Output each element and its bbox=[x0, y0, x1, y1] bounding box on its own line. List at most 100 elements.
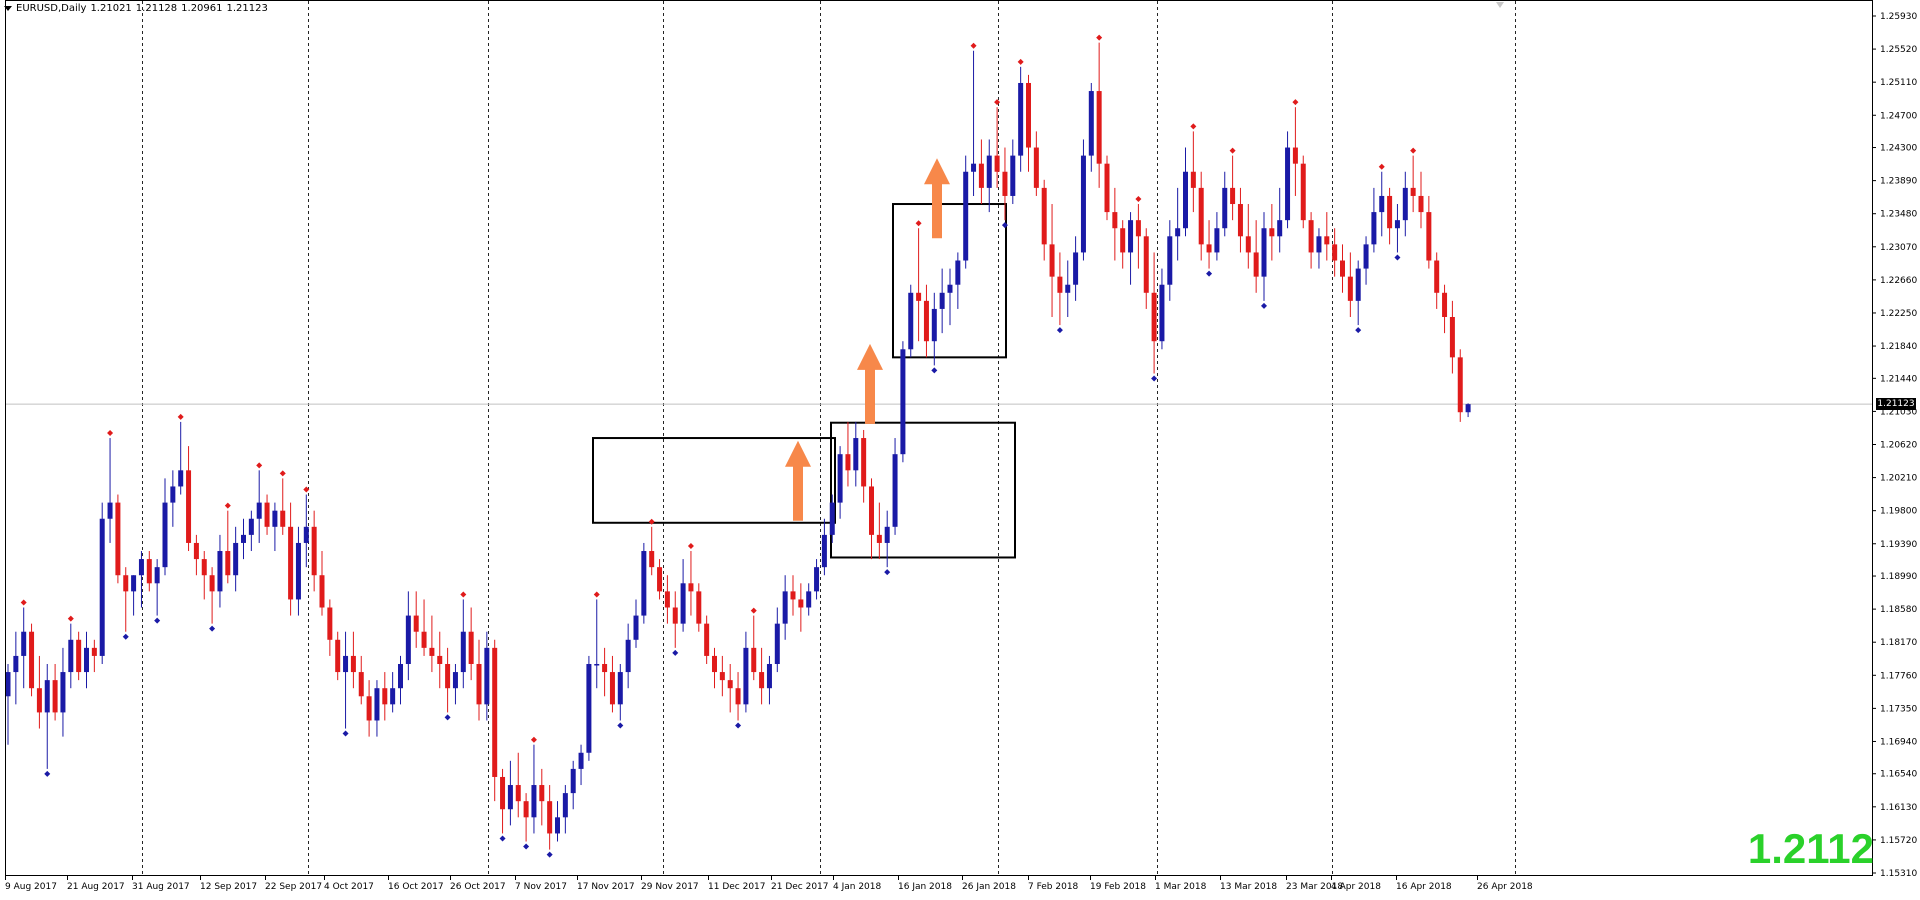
candle-bear bbox=[1426, 212, 1432, 261]
chart-header: EURUSD,Daily 1.21021 1.21128 1.20961 1.21123 bbox=[4, 3, 272, 14]
candle-bear bbox=[1237, 204, 1243, 237]
candle-bear bbox=[1033, 147, 1039, 188]
candle-bull bbox=[766, 663, 772, 689]
fractal-down-marker bbox=[1151, 375, 1158, 382]
fractal-up-marker bbox=[593, 591, 600, 598]
candle-bear bbox=[869, 486, 874, 535]
candle-bear bbox=[327, 607, 333, 640]
candle-bear bbox=[1104, 163, 1110, 213]
fractal-down-marker bbox=[499, 835, 506, 842]
date-label: 17 Nov 2017 bbox=[577, 882, 635, 892]
candle-bull bbox=[782, 591, 788, 624]
candle-bull bbox=[814, 567, 820, 592]
candlestick-chart[interactable]: 9 Aug 2017 21 Aug 2017 31 Aug 2017 12 Sep 2… bbox=[0, 0, 1920, 900]
fractal-up-marker bbox=[1229, 147, 1236, 154]
candle-bull bbox=[562, 793, 568, 818]
date-label: 13 Mar 2018 bbox=[1220, 882, 1277, 892]
candle-bull bbox=[452, 672, 458, 689]
high-value: 1.21128 bbox=[135, 3, 178, 14]
candle-bull bbox=[947, 284, 953, 293]
fractal-down-marker bbox=[44, 770, 51, 777]
open-value: 1.21021 bbox=[90, 3, 132, 14]
fractal-markers bbox=[20, 34, 1417, 858]
collapse-triangle-icon[interactable] bbox=[4, 5, 12, 11]
candle-bull bbox=[680, 583, 686, 624]
candle-bear bbox=[264, 502, 270, 527]
candle-bear bbox=[978, 163, 984, 188]
candle-bear bbox=[437, 655, 443, 664]
candle-bull bbox=[774, 623, 780, 664]
candle-bull bbox=[1080, 155, 1086, 253]
price-label: 1.18580 bbox=[1880, 605, 1917, 615]
candle-bull bbox=[1465, 404, 1471, 413]
candle-bull bbox=[5, 672, 11, 697]
candle-bear bbox=[1143, 236, 1149, 293]
price-label: 1.18990 bbox=[1880, 572, 1917, 582]
candle-bull bbox=[837, 454, 843, 503]
candle-bear bbox=[366, 696, 372, 721]
candle-bear bbox=[759, 672, 765, 689]
candle-bull bbox=[641, 551, 647, 616]
fractal-up-marker bbox=[256, 462, 263, 469]
candle-bull bbox=[295, 542, 301, 600]
candle-bear bbox=[1442, 292, 1448, 317]
fractal-down-marker bbox=[342, 730, 349, 737]
price-label: 1.25520 bbox=[1880, 45, 1917, 55]
candle-bear bbox=[91, 647, 97, 656]
candle-bear bbox=[1347, 276, 1353, 301]
candle-bear bbox=[649, 551, 655, 568]
fractal-down-marker bbox=[1056, 327, 1063, 334]
candle-bear bbox=[515, 785, 521, 802]
candle-bear bbox=[688, 583, 694, 592]
candle-bull bbox=[853, 438, 859, 471]
price-label: 1.16130 bbox=[1880, 803, 1917, 813]
fractal-up-marker bbox=[687, 543, 694, 550]
candle-bear bbox=[657, 567, 663, 592]
fractal-up-marker bbox=[1378, 163, 1385, 170]
candle-bull bbox=[398, 663, 403, 689]
date-label: 4 Apr 2018 bbox=[1331, 882, 1381, 892]
candle-bear bbox=[876, 534, 882, 543]
candle-bull bbox=[84, 647, 89, 673]
candle-bull bbox=[586, 663, 592, 753]
candle-bear bbox=[1026, 82, 1031, 148]
candle-bull bbox=[986, 155, 992, 188]
fractal-down-marker bbox=[209, 625, 216, 632]
candle-bull bbox=[633, 615, 639, 640]
candle-bear bbox=[602, 663, 608, 673]
candle-bear bbox=[1245, 236, 1251, 253]
fractal-up-marker bbox=[177, 413, 184, 420]
date-label: 21 Aug 2017 bbox=[67, 882, 125, 892]
candle-bull bbox=[107, 502, 113, 519]
candles bbox=[5, 42, 1471, 850]
candle-bear bbox=[413, 615, 419, 632]
annotation-boxes bbox=[592, 203, 1016, 559]
candle-bull bbox=[21, 631, 27, 656]
chart-window[interactable]: 9 Aug 2017 21 Aug 2017 31 Aug 2017 12 Sep 2… bbox=[0, 0, 1920, 900]
candle-bull bbox=[1371, 212, 1377, 245]
price-label: 1.17350 bbox=[1880, 704, 1917, 714]
candle-bull bbox=[570, 768, 576, 794]
price-label: 1.21840 bbox=[1880, 342, 1917, 352]
date-label: 19 Feb 2018 bbox=[1090, 882, 1146, 892]
chart-shift-marker-icon[interactable] bbox=[1496, 2, 1504, 8]
candle-bear bbox=[358, 672, 364, 697]
plot-frame bbox=[5, 0, 1873, 876]
fractal-down-marker bbox=[672, 649, 679, 656]
candle-bear bbox=[29, 631, 35, 689]
candle-bull bbox=[743, 647, 749, 705]
candle-bear bbox=[280, 510, 286, 527]
candle-bull bbox=[390, 688, 396, 705]
candle-bull bbox=[272, 510, 278, 527]
date-label: 31 Aug 2017 bbox=[132, 882, 190, 892]
candle-bull bbox=[908, 292, 914, 350]
fractal-up-marker bbox=[107, 430, 114, 437]
fractal-down-marker bbox=[546, 851, 553, 858]
candle-bull bbox=[256, 502, 262, 519]
candle-bull bbox=[1394, 220, 1400, 229]
candle-bull bbox=[617, 672, 623, 705]
candle-bear bbox=[1410, 187, 1416, 196]
price-label: 1.25930 bbox=[1880, 12, 1917, 22]
candle-bear bbox=[319, 575, 325, 608]
candle-bear bbox=[539, 785, 545, 802]
